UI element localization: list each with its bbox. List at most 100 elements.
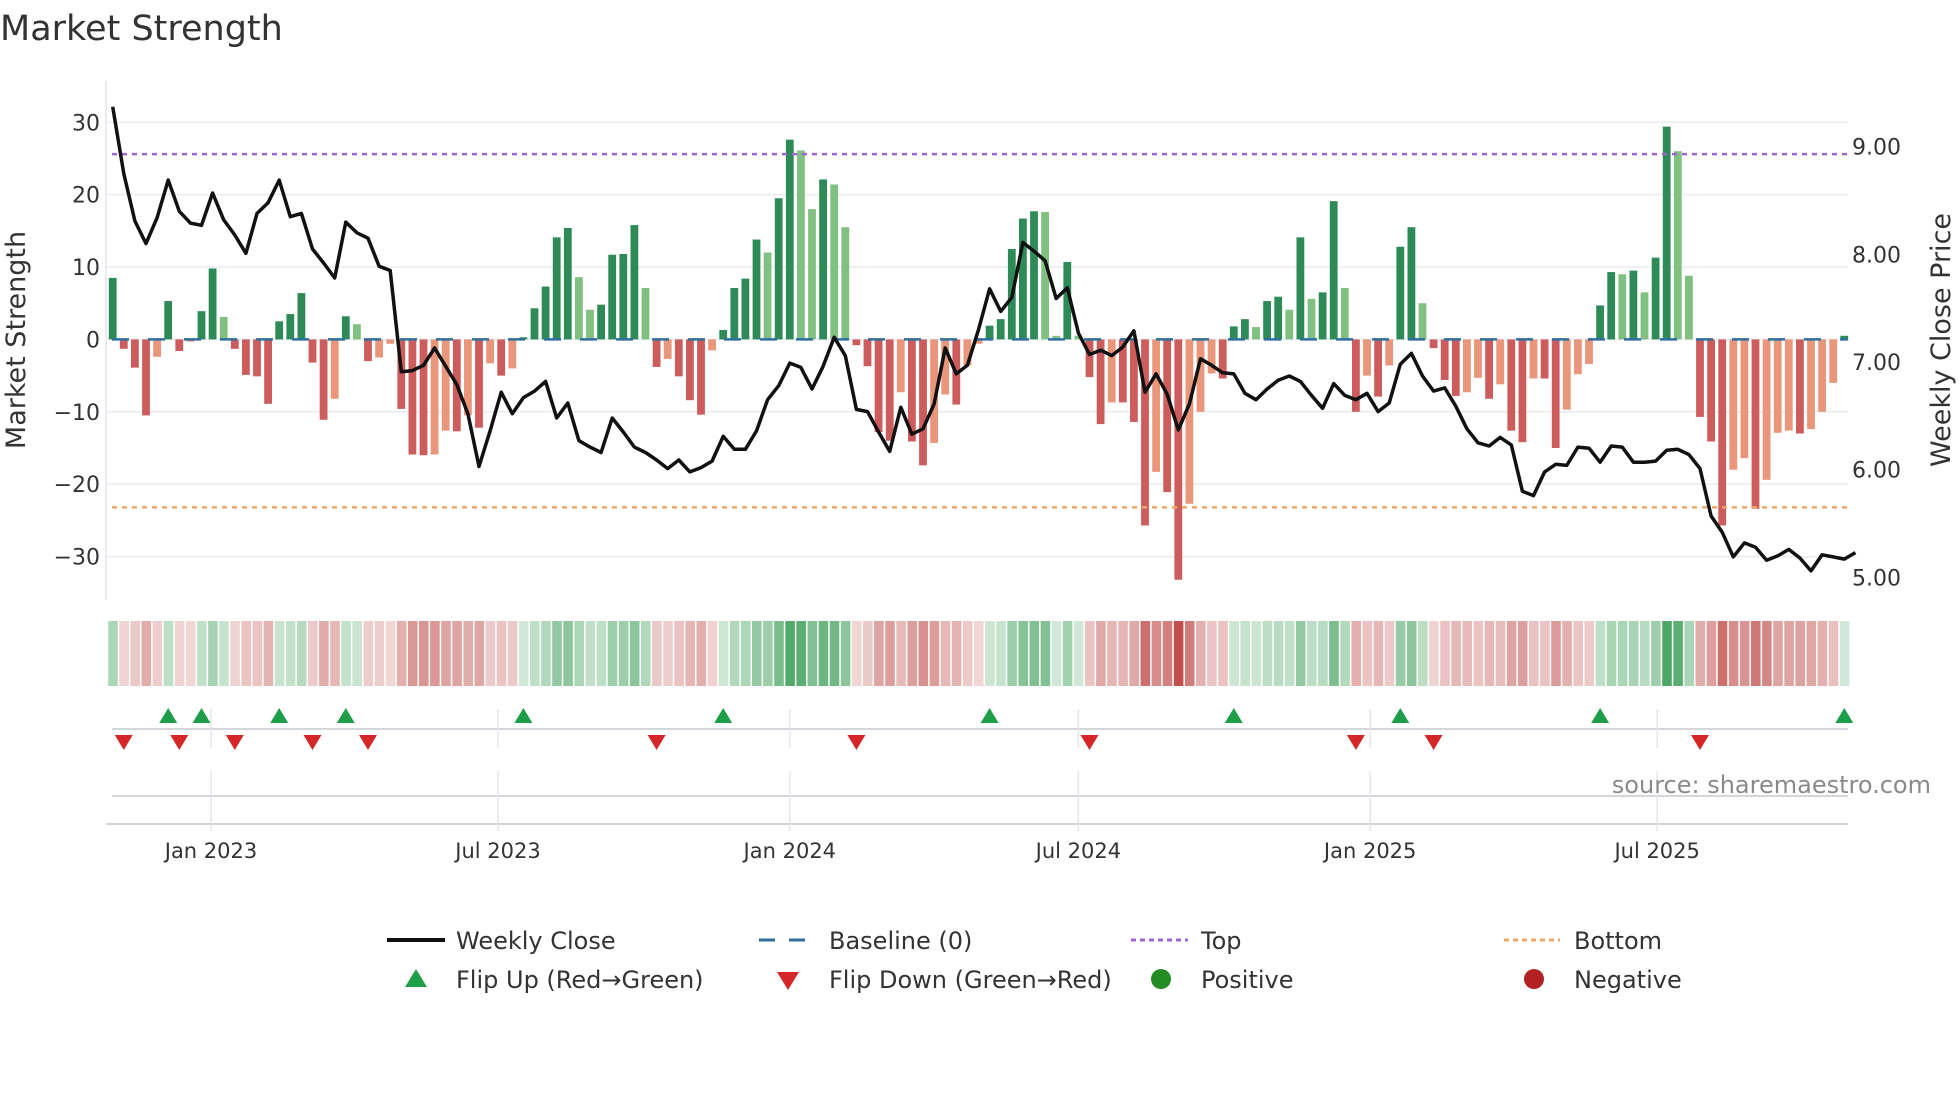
heat-cell [1384, 621, 1395, 686]
flip-up-marker [1835, 708, 1854, 723]
strength-bar [996, 319, 1005, 340]
strength-bar [230, 339, 239, 349]
heat-cell [585, 621, 596, 686]
strength-bar [153, 339, 161, 357]
strength-bar [1329, 201, 1338, 340]
y-tick-label: −10 [54, 401, 100, 426]
heat-cell [1440, 621, 1450, 686]
flip-up-marker [714, 708, 733, 723]
heat-cell [1184, 621, 1195, 686]
heat-cell [1529, 621, 1539, 686]
strength-bar [308, 339, 317, 363]
y2-tick-label: 6.00 [1852, 459, 1901, 484]
heat-cell [1351, 621, 1361, 686]
heat-cell [252, 621, 263, 686]
heat-cell [1262, 621, 1273, 686]
flip-markers [112, 708, 1854, 797]
heat-cell [1762, 621, 1772, 686]
strength-bar [686, 339, 694, 401]
heat-cell [840, 621, 851, 686]
heat-cell [729, 621, 740, 686]
strength-bar [1407, 227, 1416, 340]
strength-bar [752, 239, 761, 340]
legend-positive-icon [1151, 969, 1171, 989]
y2-axis-ticks: 9.00 8.00 7.00 6.00 5.00 [1852, 136, 1901, 592]
strength-bar [1340, 288, 1349, 340]
heat-cell [1606, 621, 1617, 686]
legend-flip-up-icon [405, 969, 427, 987]
heat-cell [1573, 621, 1583, 686]
heat-cell [119, 621, 129, 686]
heat-cell [696, 621, 707, 686]
strength-bar [330, 339, 339, 399]
heat-cell [1062, 621, 1073, 686]
heat-cell [1029, 621, 1040, 686]
heat-cell [441, 621, 451, 686]
heat-cell [574, 621, 584, 686]
heat-cell [1484, 621, 1495, 686]
heat-cell [1739, 621, 1750, 686]
heat-cell [974, 621, 984, 686]
strength-bar [575, 277, 583, 340]
heat-cell [674, 621, 684, 686]
heat-cell [1584, 621, 1595, 686]
x-tick-label: Jan 2024 [742, 839, 837, 863]
strength-bar [586, 309, 594, 340]
strength-bar [253, 339, 261, 377]
heat-cell [1151, 621, 1162, 686]
strength-bar [441, 339, 450, 431]
strength-bar [1807, 339, 1815, 430]
y-tick-label: 20 [72, 184, 100, 209]
strength-bar [131, 339, 139, 368]
heat-cell [407, 621, 418, 686]
flip-down-marker [1691, 735, 1709, 750]
strength-bar [108, 277, 117, 340]
strength-bar [1307, 298, 1316, 340]
strength-bar [797, 150, 805, 340]
heat-cell [1251, 621, 1262, 686]
strength-bar [697, 339, 705, 415]
strength-bar [1507, 339, 1516, 431]
heat-cell [1273, 621, 1284, 686]
heat-cell [1007, 621, 1017, 686]
strength-bar [1596, 305, 1604, 340]
x-tick-label: Jan 2023 [163, 839, 258, 863]
heat-cell [596, 621, 607, 686]
strength-bar [1429, 339, 1438, 349]
y2-tick-label: 5.00 [1852, 566, 1901, 591]
strength-bar [630, 225, 639, 340]
strength-bar [597, 304, 605, 340]
strength-bar [1740, 339, 1749, 459]
heat-cell [374, 621, 385, 686]
heat-cell [1140, 621, 1151, 686]
strength-bar [1707, 339, 1715, 442]
strength-bar [852, 339, 861, 346]
y-tick-label: −20 [54, 473, 100, 498]
heat-cell [951, 621, 962, 686]
heat-cell [1229, 621, 1239, 686]
heat-cell [1406, 621, 1417, 686]
heat-cell [1817, 621, 1828, 686]
y-tick-label: 30 [72, 111, 100, 136]
strength-bar [430, 339, 439, 455]
strength-bar [508, 339, 517, 369]
heat-cell [763, 621, 773, 686]
strength-bar [486, 339, 494, 364]
strength-bar [552, 237, 561, 340]
strength-bar [375, 339, 383, 358]
strength-bar [275, 321, 284, 340]
strength-bar [985, 325, 994, 340]
heat-cell [1218, 621, 1228, 686]
flip-down-marker [225, 735, 244, 750]
y2-tick-label: 7.00 [1852, 351, 1901, 376]
heat-cell [1085, 621, 1095, 686]
heat-cell [419, 621, 429, 686]
legend-baseline-label: Baseline (0) [829, 927, 972, 955]
legend: Weekly Close Baseline (0) Top Bottom Fli… [387, 927, 1682, 994]
legend-positive-label: Positive [1201, 966, 1294, 994]
legend-close-label: Weekly Close [456, 927, 616, 955]
y-axis-ticks: 30 20 10 0 −10 −20 −30 [54, 111, 100, 570]
strength-bar [863, 339, 872, 367]
heat-cell [263, 621, 274, 686]
heat-cell [296, 621, 307, 686]
